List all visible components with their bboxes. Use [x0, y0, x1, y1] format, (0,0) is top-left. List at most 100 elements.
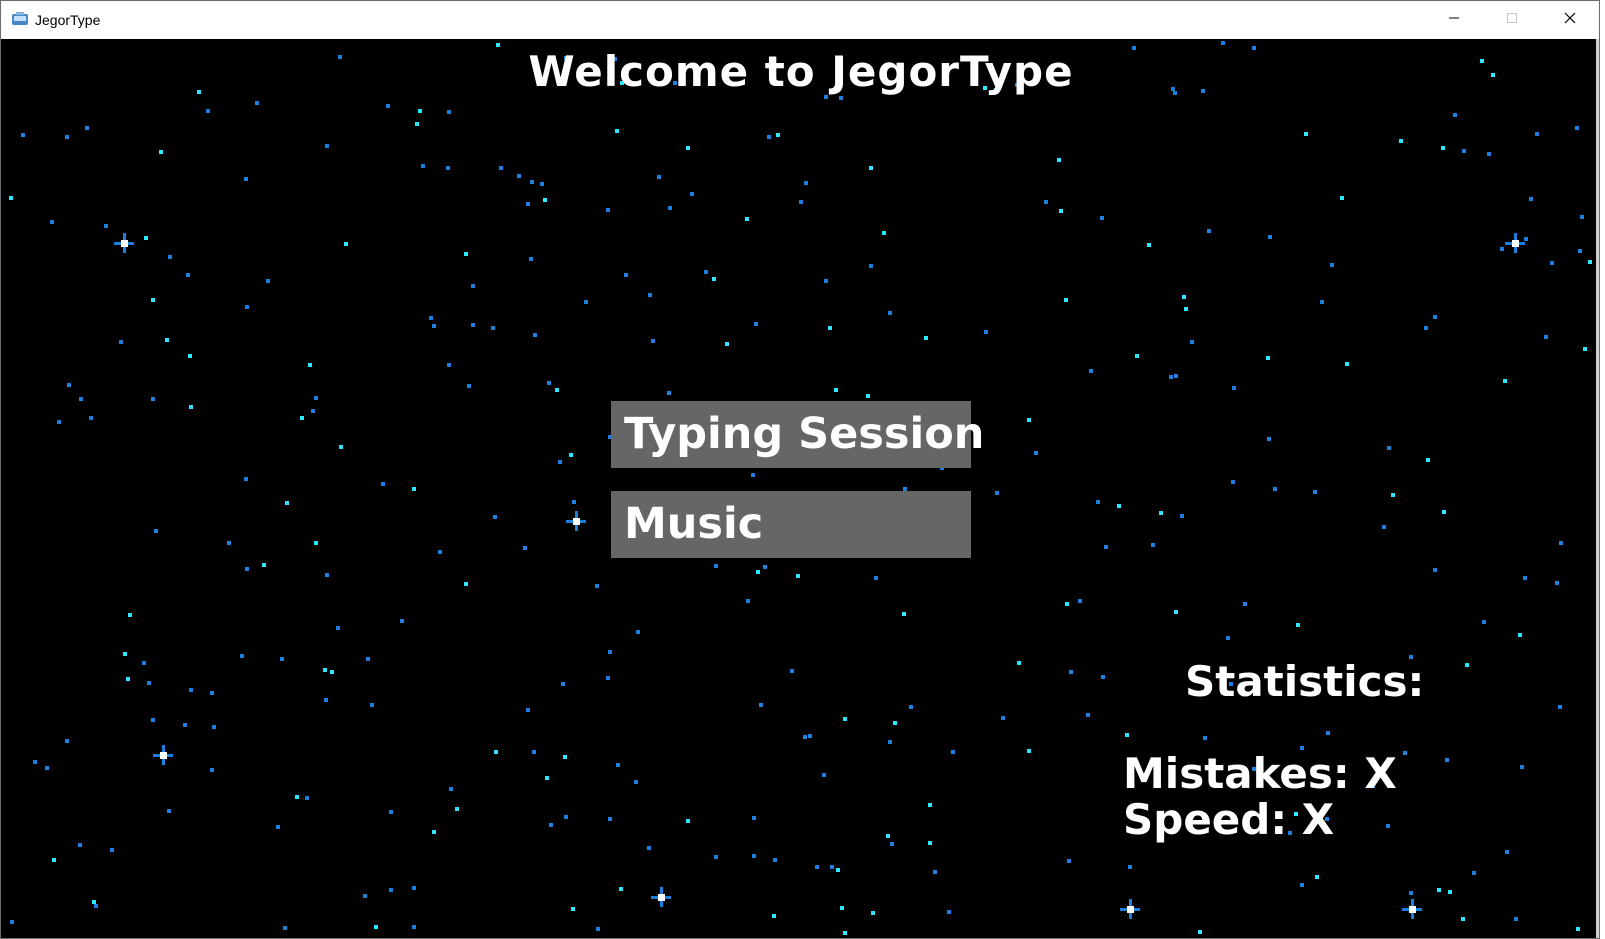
star [1221, 41, 1225, 45]
bright-star [651, 887, 671, 907]
star [866, 394, 870, 398]
star [667, 391, 671, 395]
star [330, 670, 334, 674]
star [882, 231, 886, 235]
star [1104, 545, 1108, 549]
star [1159, 511, 1163, 515]
star [563, 755, 567, 759]
star [1096, 500, 1100, 504]
star [634, 780, 638, 784]
star [840, 906, 844, 910]
star [540, 182, 544, 186]
star [147, 681, 151, 685]
typing-session-button[interactable]: Typing Session [611, 401, 984, 468]
star [78, 843, 82, 847]
star [890, 842, 894, 846]
star [1555, 581, 1559, 585]
star [1445, 758, 1449, 762]
app-window: JegorType Welcome to JegorType Typing Se… [0, 0, 1600, 939]
star [323, 668, 327, 672]
star [151, 397, 155, 401]
star [154, 529, 158, 533]
star [429, 316, 433, 320]
star [85, 126, 89, 130]
star [168, 255, 172, 259]
music-button[interactable]: Music [611, 491, 971, 558]
star [471, 323, 475, 327]
star [776, 133, 780, 137]
star [128, 613, 132, 617]
star [92, 900, 96, 904]
star [1514, 917, 1518, 921]
star [189, 688, 193, 692]
star [186, 273, 190, 277]
star [1524, 237, 1528, 241]
star [796, 574, 800, 578]
star [386, 104, 390, 108]
star [759, 703, 763, 707]
star [1535, 132, 1539, 136]
star [1273, 487, 1277, 491]
star [245, 305, 249, 309]
star [636, 630, 640, 634]
star [285, 501, 289, 505]
star [1433, 568, 1437, 572]
star [1409, 891, 1413, 895]
maximize-icon [1506, 11, 1518, 29]
star [714, 564, 718, 568]
star [325, 144, 329, 148]
star [1027, 418, 1031, 422]
star [1100, 216, 1104, 220]
star [1503, 379, 1507, 383]
star [924, 336, 928, 340]
star [1065, 602, 1069, 606]
star [1345, 362, 1349, 366]
close-button[interactable] [1541, 1, 1599, 39]
star [533, 333, 537, 337]
bright-star [1402, 899, 1422, 919]
star [336, 626, 340, 630]
star [545, 776, 549, 780]
star [447, 110, 451, 114]
star [89, 416, 93, 420]
star [183, 723, 187, 727]
star [244, 177, 248, 181]
star [564, 815, 568, 819]
star [374, 925, 378, 929]
star [824, 279, 828, 283]
star [1059, 209, 1063, 213]
star [608, 817, 612, 821]
star [79, 397, 83, 401]
star [928, 803, 932, 807]
star [1442, 510, 1446, 514]
title-bar[interactable]: JegorType [1, 1, 1599, 39]
star [1057, 158, 1061, 162]
star [712, 277, 716, 281]
star [206, 109, 210, 113]
star [543, 198, 547, 202]
star [773, 858, 777, 862]
star [596, 927, 600, 931]
star [432, 324, 436, 328]
star [227, 541, 231, 545]
star [119, 340, 123, 344]
star [1465, 663, 1469, 667]
maximize-button[interactable] [1483, 1, 1541, 39]
scrollbar[interactable] [1596, 39, 1599, 938]
star [657, 175, 661, 179]
starfield-background [9, 41, 1592, 935]
star [1064, 298, 1068, 302]
star [752, 854, 756, 858]
star [400, 619, 404, 623]
star [1326, 731, 1330, 735]
star [686, 146, 690, 150]
star [815, 865, 819, 869]
star [240, 654, 244, 658]
star [984, 330, 988, 334]
minimize-button[interactable] [1425, 1, 1483, 39]
star [1169, 375, 1173, 379]
star [530, 180, 534, 184]
star [1340, 196, 1344, 200]
star [1304, 132, 1308, 136]
star [995, 491, 999, 495]
